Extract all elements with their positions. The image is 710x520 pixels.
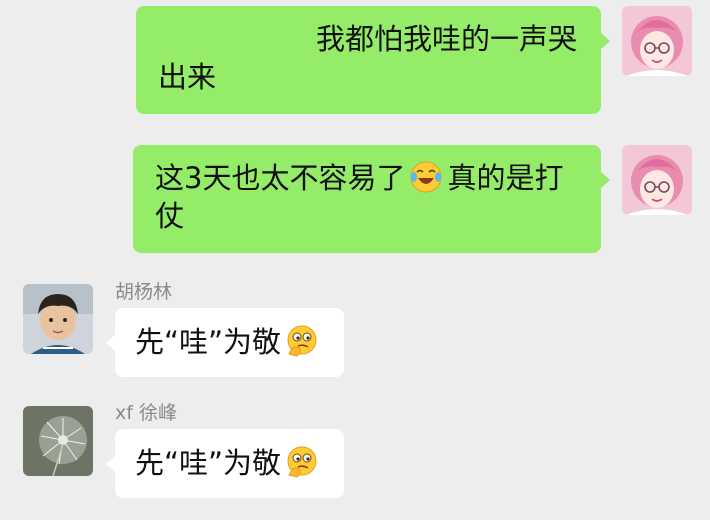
message-bubble-incoming[interactable]: 先“哇”为敬 [106,308,344,377]
message-bubble-outgoing[interactable]: 我都怕我哇的一声哭 出来 [136,6,610,114]
message-text-line: 先“哇”为敬 [135,323,324,361]
sender-avatar[interactable] [23,284,93,354]
message-text: 这3天也太不容易了 [155,161,406,195]
child-photo-avatar-icon [23,284,93,354]
message-text-line: 出来 [158,60,217,94]
message-text: 真的是打 [447,161,564,195]
sender-name: xf 徐峰 [115,402,177,424]
message-bubble-outgoing[interactable]: 这3天也太不容易了 真的是打 仗 [133,145,610,253]
message-bubble-incoming[interactable]: 先“哇”为敬 [106,429,344,498]
thinking-face-emoji-icon [285,324,319,358]
my-avatar[interactable] [622,145,692,215]
dandelion-avatar-icon [23,406,93,476]
my-avatar[interactable] [622,6,692,76]
message-text: 先“哇”为敬 [135,325,282,359]
anime-girl-avatar-icon [622,6,692,76]
message-text-line: 我都怕我哇的一声哭 [315,22,577,56]
message-text-line: 仗 [155,199,185,233]
anime-girl-avatar-icon [622,145,692,215]
sender-avatar[interactable] [23,406,93,476]
thinking-face-emoji-icon [285,445,319,479]
message-text-line: 这3天也太不容易了 真的是打 [155,159,579,197]
laughing-crying-emoji-icon [409,160,443,194]
sender-name: 胡杨林 [115,281,173,303]
message-text-line: 先“哇”为敬 [135,444,324,482]
message-text: 先“哇”为敬 [135,446,282,480]
